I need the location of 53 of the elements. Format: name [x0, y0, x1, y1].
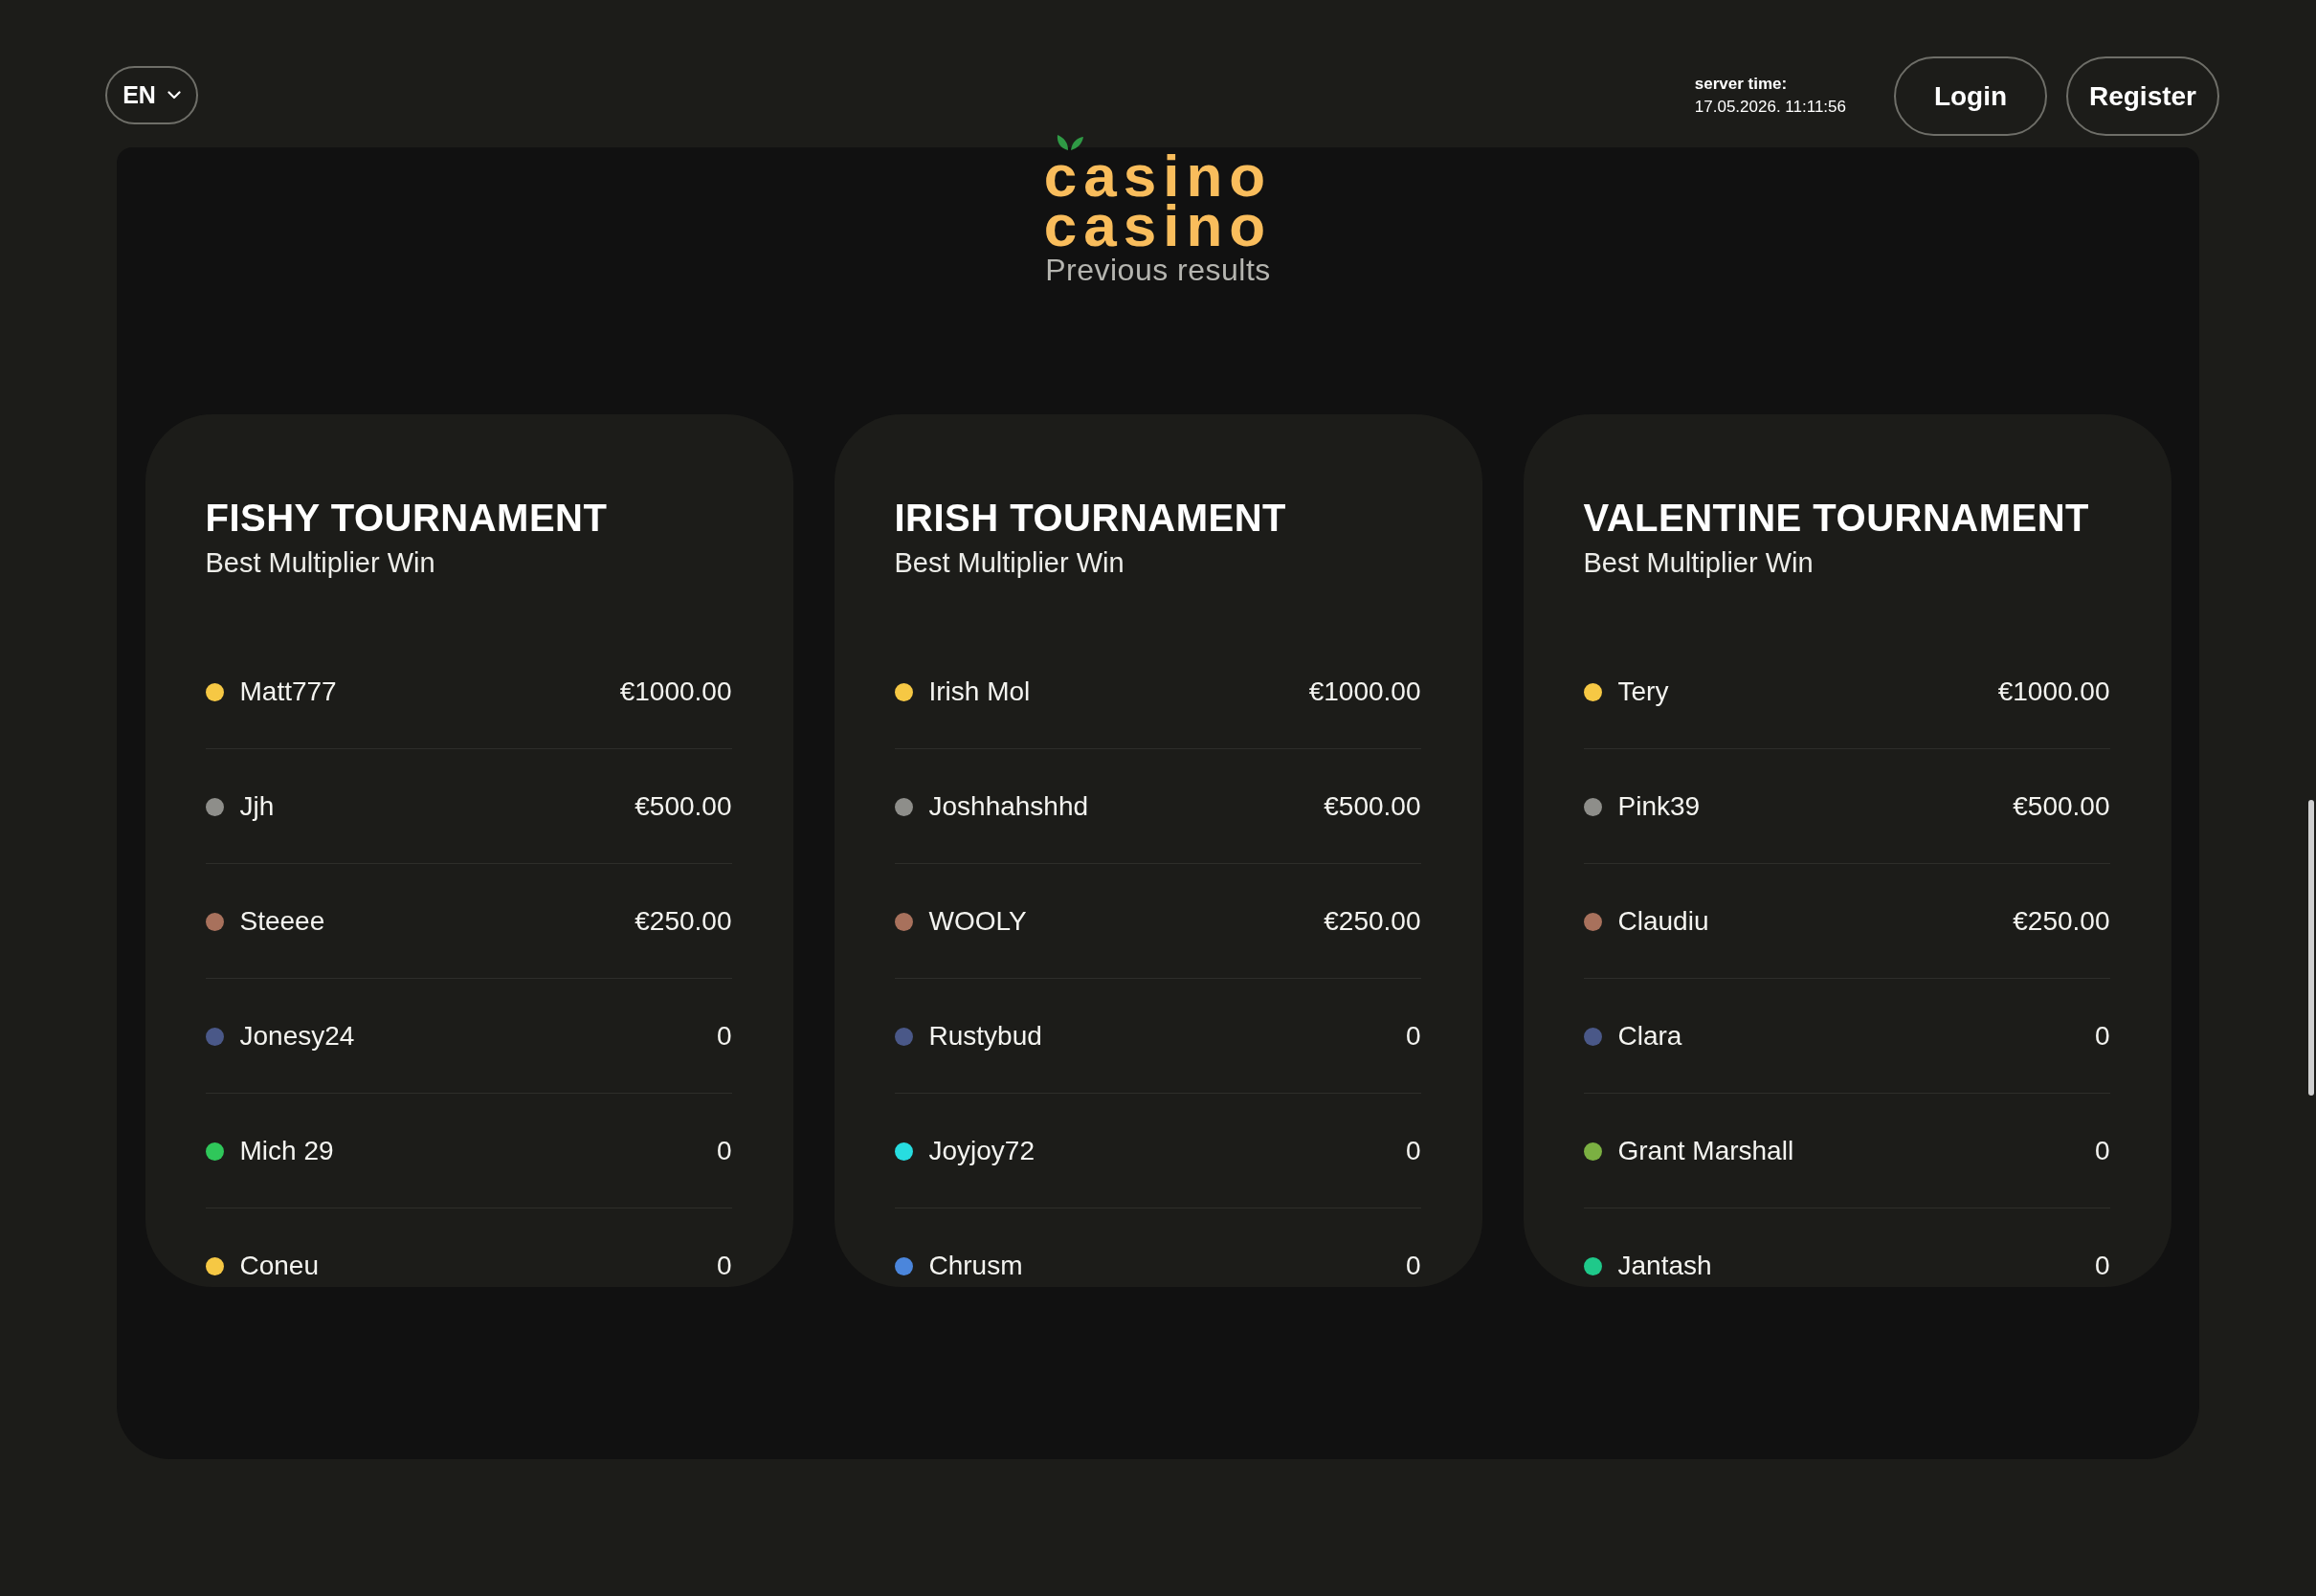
server-time-label: server time: [1694, 74, 1788, 95]
player-name: Joyjoy72 [928, 1136, 1035, 1166]
section-title: Previous results [1045, 252, 1271, 289]
prize-amount: 0 [716, 1251, 732, 1281]
chevron-down-icon [167, 91, 181, 100]
player-name: Grant Marshall [1617, 1136, 1794, 1166]
prize-amount: 0 [2094, 1251, 2110, 1281]
scrollbar-thumb[interactable] [2308, 800, 2314, 1096]
player-name: Jantash [1617, 1251, 1712, 1281]
tournament-title: IRISH TOURNAMENT [894, 496, 1286, 541]
logo-text: casino [1043, 201, 1273, 251]
player-name: Rustybud [928, 1021, 1042, 1052]
player-name: Tery [1617, 676, 1669, 707]
player-name: Coneu [239, 1251, 319, 1281]
prize-amount: 0 [2094, 1021, 2110, 1052]
login-button[interactable]: Login [1894, 56, 2047, 136]
prize-amount: €1000.00 [1997, 676, 2110, 707]
player-name: Claudiu [1617, 906, 1709, 937]
logo-text: casino [1043, 151, 1273, 201]
prize-amount: €1000.00 [619, 676, 732, 707]
prize-amount: €250.00 [635, 906, 732, 937]
player-name: Joshhahshhd [928, 791, 1089, 822]
leaf-icon [1055, 134, 1084, 151]
tournament-title: VALENTINE TOURNAMENT [1583, 496, 2089, 541]
tournament-subtitle: Best Multiplier Win [205, 546, 435, 580]
player-name: Pink39 [1617, 791, 1701, 822]
tournament-subtitle: Best Multiplier Win [1583, 546, 1814, 580]
player-name: Irish Mol [928, 676, 1031, 707]
player-name: Jjh [239, 791, 275, 822]
prize-amount: 0 [1405, 1136, 1421, 1166]
prize-amount: 0 [1405, 1021, 1421, 1052]
language-dropdown[interactable]: EN [105, 66, 198, 124]
tournament-title: FISHY TOURNAMENT [205, 496, 608, 541]
player-name: Jonesy24 [239, 1021, 355, 1052]
player-name: Matt777 [239, 676, 337, 707]
player-name: Steeee [239, 906, 325, 937]
prize-amount: €500.00 [2013, 791, 2110, 822]
prize-amount: €500.00 [635, 791, 732, 822]
player-name: WOOLY [928, 906, 1027, 937]
tournament-subtitle: Best Multiplier Win [894, 546, 1125, 580]
prize-amount: €1000.00 [1308, 676, 1421, 707]
prize-amount: 0 [716, 1136, 732, 1166]
prize-amount: 0 [2094, 1136, 2110, 1166]
prize-amount: €250.00 [1324, 906, 1421, 937]
prize-amount: 0 [716, 1021, 732, 1052]
server-time-value: 17.05.2026. 11:11:56 [1694, 97, 1846, 118]
register-button[interactable]: Register [2066, 56, 2219, 136]
prize-amount: €250.00 [2013, 906, 2110, 937]
player-name: Chrusm [928, 1251, 1023, 1281]
player-name: Clara [1617, 1021, 1682, 1052]
prize-amount: 0 [1405, 1251, 1421, 1281]
prize-amount: €500.00 [1324, 791, 1421, 822]
player-name: Mich 29 [239, 1136, 334, 1166]
